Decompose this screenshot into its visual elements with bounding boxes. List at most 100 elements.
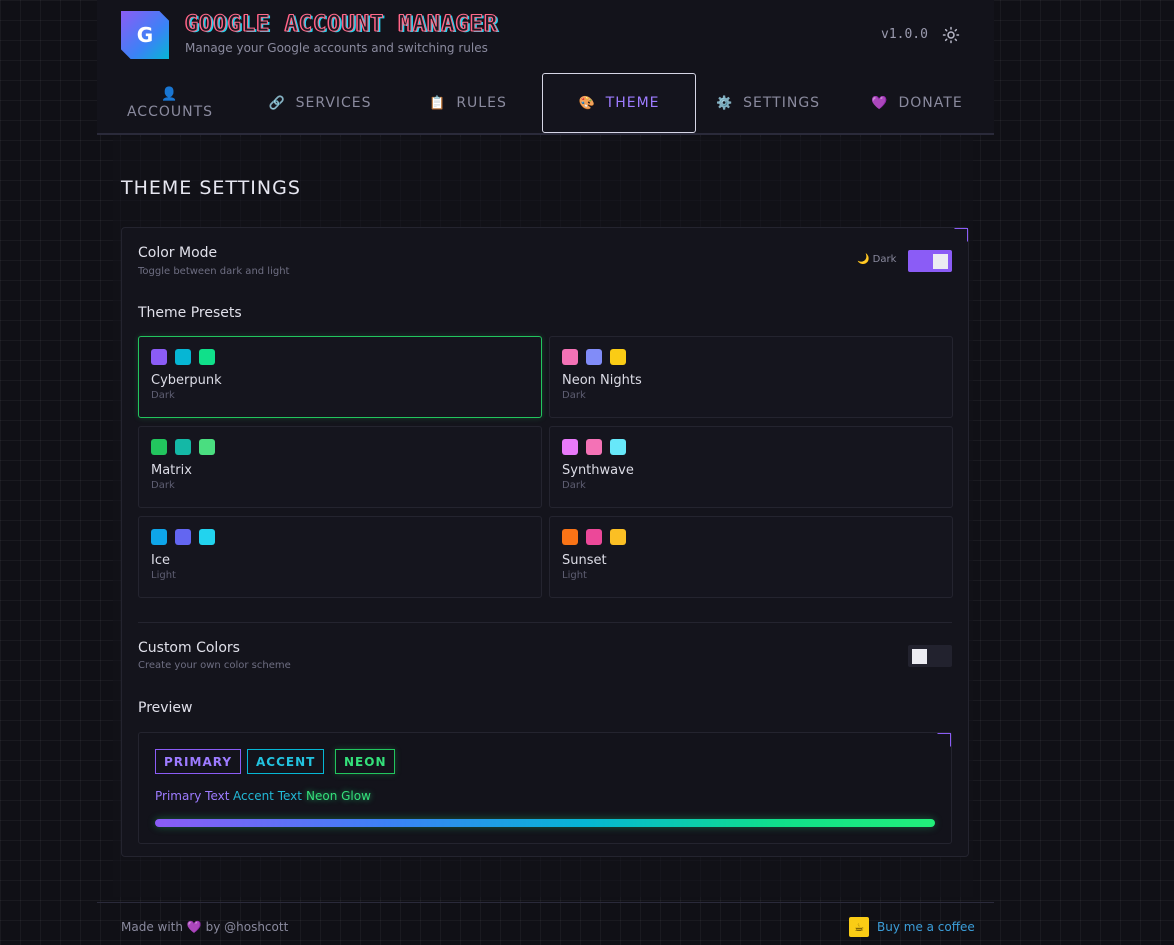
- app-title: GOOGLE ACCOUNT MANAGER: [184, 12, 499, 38]
- link-icon: 🔗: [268, 95, 286, 111]
- preset-mode: Light: [562, 570, 587, 581]
- preset-swatches: [562, 439, 626, 455]
- corner-accent: [937, 733, 951, 747]
- color-mode-title: Color Mode: [138, 245, 218, 261]
- color-swatch: [199, 439, 215, 455]
- theme-panel: THEME SETTINGS Color Mode Toggle between…: [113, 137, 973, 897]
- color-swatch: [175, 439, 191, 455]
- color-swatch: [199, 529, 215, 545]
- sun-icon: [942, 26, 960, 44]
- primary-preview-button[interactable]: PRIMARY: [155, 749, 242, 774]
- color-swatch: [562, 439, 578, 455]
- page-title: THEME SETTINGS: [121, 177, 301, 199]
- custom-colors-title: Custom Colors: [138, 640, 240, 656]
- preset-cyberpunk[interactable]: Cyberpunk Dark: [138, 336, 542, 418]
- buy-coffee-link[interactable]: ☕ Buy me a coffee: [849, 917, 975, 937]
- color-mode-value: Dark: [872, 254, 897, 265]
- tab-label: SERVICES: [295, 95, 372, 111]
- color-mode-subtitle: Toggle between dark and light: [138, 266, 290, 277]
- preset-mode: Dark: [151, 390, 175, 401]
- tab-donate[interactable]: 💜 DONATE: [857, 73, 977, 133]
- custom-colors-toggle[interactable]: [908, 645, 952, 667]
- header: G GOOGLE ACCOUNT MANAGER Manage your Goo…: [97, 0, 994, 135]
- preset-matrix[interactable]: Matrix Dark: [138, 426, 542, 508]
- color-swatch: [586, 529, 602, 545]
- color-swatch: [151, 529, 167, 545]
- heart-icon: 💜: [186, 920, 202, 934]
- neon-text-sample: Neon Glow: [306, 789, 371, 803]
- tab-label: RULES: [456, 95, 507, 111]
- preset-ice[interactable]: Ice Light: [138, 516, 542, 598]
- color-swatch: [175, 529, 191, 545]
- preset-name: Cyberpunk: [151, 373, 222, 388]
- preset-mode: Dark: [562, 390, 586, 401]
- color-mode-toggle[interactable]: [908, 250, 952, 272]
- preset-mode: Light: [151, 570, 176, 581]
- preset-name: Ice: [151, 553, 170, 568]
- color-swatch: [199, 349, 215, 365]
- preset-mode: Dark: [151, 480, 175, 491]
- color-mode-indicator: 🌙 Dark: [857, 254, 896, 265]
- preset-sunset[interactable]: Sunset Light: [549, 516, 953, 598]
- footer: Made with 💜 by @hoshcott ☕ Buy me a coff…: [97, 902, 994, 945]
- palette-icon: 🎨: [578, 95, 596, 111]
- accent-preview-button[interactable]: ACCENT: [247, 749, 325, 774]
- tab-label: DONATE: [898, 95, 963, 111]
- color-swatch: [586, 349, 602, 365]
- toggle-knob: [912, 649, 927, 664]
- preset-swatches: [151, 349, 215, 365]
- nav-tabs: 👤 ACCOUNTS 🔗 SERVICES 📋 RULES 🎨 THEME ⚙️…: [97, 72, 994, 134]
- divider: [138, 622, 952, 623]
- color-swatch: [151, 349, 167, 365]
- tab-settings[interactable]: ⚙️ SETTINGS: [703, 73, 833, 133]
- preset-neon-nights[interactable]: Neon Nights Dark: [549, 336, 953, 418]
- preset-swatches: [151, 529, 215, 545]
- preview-box: PRIMARY ACCENT NEON Primary Text Accent …: [138, 732, 952, 844]
- preset-synthwave[interactable]: Synthwave Dark: [549, 426, 953, 508]
- tab-label: ACCOUNTS: [126, 103, 214, 120]
- corner-accent: [954, 228, 968, 242]
- preset-name: Matrix: [151, 463, 192, 478]
- tab-rules[interactable]: 📋 RULES: [403, 73, 533, 133]
- coffee-cup-icon: ☕: [849, 917, 869, 937]
- tab-label: THEME: [605, 95, 660, 111]
- app-logo: G: [121, 11, 169, 59]
- version-label: v1.0.0: [881, 27, 928, 42]
- primary-text-sample: Primary Text: [155, 789, 230, 803]
- theme-card: Color Mode Toggle between dark and light…: [121, 227, 969, 857]
- preview-title: Preview: [138, 700, 193, 716]
- tab-services[interactable]: 🔗 SERVICES: [245, 73, 395, 133]
- color-swatch: [562, 349, 578, 365]
- preset-name: Sunset: [562, 553, 607, 568]
- gear-icon: ⚙️: [715, 95, 734, 111]
- heart-icon: 💜: [871, 95, 889, 111]
- tab-accounts[interactable]: 👤 ACCOUNTS: [105, 73, 235, 133]
- preset-name: Synthwave: [562, 463, 634, 478]
- theme-toggle-button[interactable]: [940, 24, 962, 46]
- color-swatch: [610, 439, 626, 455]
- clipboard-icon: 📋: [429, 95, 447, 111]
- neon-preview-button[interactable]: NEON: [335, 749, 396, 774]
- user-icon: 👤: [161, 86, 179, 102]
- color-swatch: [610, 349, 626, 365]
- buy-coffee-label: Buy me a coffee: [877, 920, 975, 934]
- moon-icon: 🌙: [857, 254, 870, 265]
- app-shell: G GOOGLE ACCOUNT MANAGER Manage your Goo…: [97, 0, 994, 945]
- color-swatch: [586, 439, 602, 455]
- preset-mode: Dark: [562, 480, 586, 491]
- tab-label: SETTINGS: [743, 95, 821, 111]
- preset-swatches: [562, 529, 626, 545]
- custom-colors-subtitle: Create your own color scheme: [138, 660, 291, 671]
- preset-swatches: [151, 439, 215, 455]
- preset-swatches: [562, 349, 626, 365]
- logo-letter: G: [136, 23, 154, 47]
- preset-grid: Cyberpunk Dark Neon Nights Dark Matrix D…: [138, 336, 953, 598]
- accent-text-sample: Accent Text: [233, 789, 302, 803]
- tab-theme[interactable]: 🎨 THEME: [542, 73, 696, 133]
- gradient-bar: [155, 819, 935, 827]
- made-with-text: Made with: [121, 920, 183, 934]
- color-swatch: [562, 529, 578, 545]
- preset-name: Neon Nights: [562, 373, 642, 388]
- footer-credit: Made with 💜 by @hoshcott: [121, 920, 288, 934]
- color-swatch: [175, 349, 191, 365]
